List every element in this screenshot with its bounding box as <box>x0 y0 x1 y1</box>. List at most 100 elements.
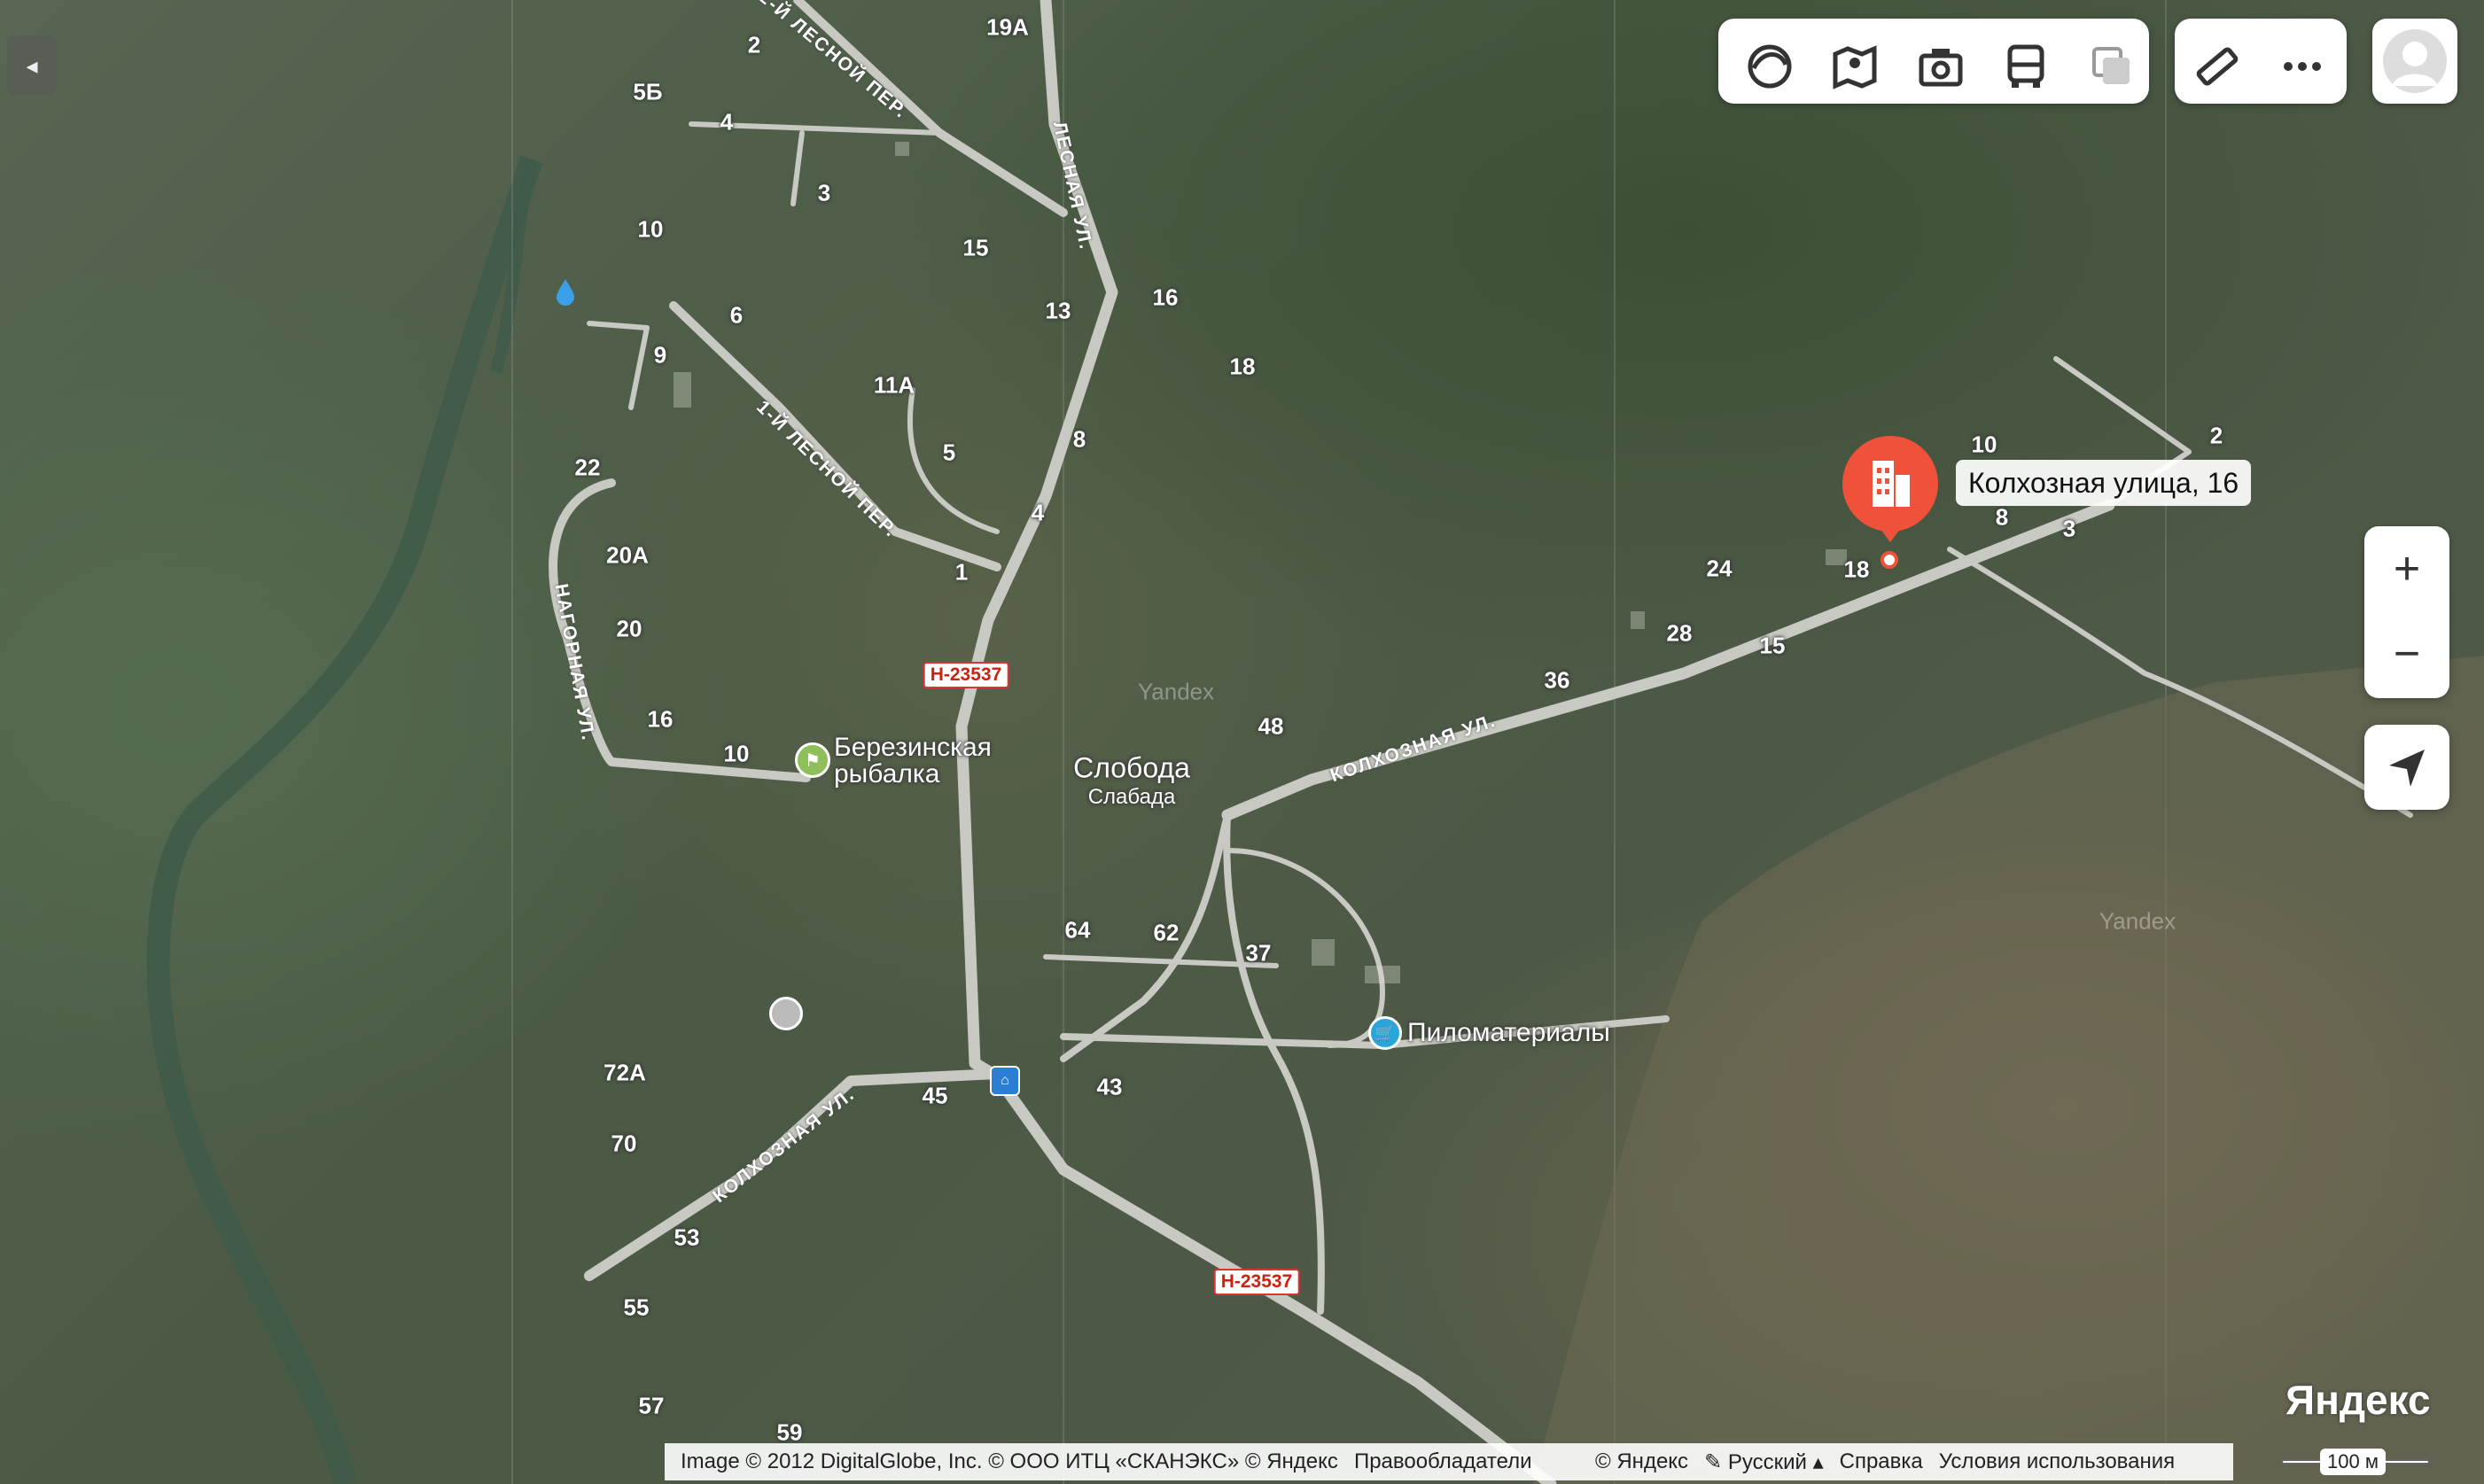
fishing-poi-label-line: Березинская <box>834 733 992 762</box>
house-number: 70 <box>611 1130 637 1157</box>
house-number: 43 <box>1096 1073 1123 1100</box>
house-number: 4 <box>720 108 734 136</box>
house-number: 20А <box>606 541 649 569</box>
panorama-button[interactable] <box>1819 31 1890 102</box>
house-number: 19А <box>986 13 1029 41</box>
selected-location-marker[interactable] <box>1839 432 1942 556</box>
shop-icon: 🛒 <box>1368 1016 1402 1050</box>
house-number: 48 <box>1258 712 1284 740</box>
house-number: 16 <box>1152 284 1179 311</box>
house-number: 18 <box>1843 556 1870 583</box>
road-1-lesnoy <box>669 301 1001 571</box>
house-number: 24 <box>1706 555 1733 582</box>
footer-links: © Яндекс ✎ Русский ▴ Справка Условия исп… <box>1579 1443 2233 1480</box>
map-overlay <box>146 0 2484 1484</box>
fishing-poi-icon: ⚑ <box>795 742 830 778</box>
minus-icon: − <box>2393 628 2421 680</box>
help-link[interactable]: Справка <box>1840 1449 1923 1474</box>
road-shield: Н-23537 <box>923 662 1009 688</box>
house-number: 6 <box>729 301 744 329</box>
house-number: 16 <box>647 705 674 733</box>
traffic-button[interactable] <box>2076 31 2147 102</box>
more-button[interactable] <box>2267 31 2338 102</box>
house-number: 18 <box>1229 353 1256 380</box>
place-name-alt: Слабада <box>1087 785 1176 809</box>
house-number: 72А <box>603 1059 646 1086</box>
house-number: 2 <box>747 31 761 58</box>
map-toolbar <box>1718 19 2149 104</box>
map-watermark: Yandex <box>1137 678 1215 705</box>
house-number: 55 <box>623 1294 650 1321</box>
ruler-button[interactable] <box>2182 31 2253 102</box>
layers-icon <box>1748 44 1792 89</box>
layers-button[interactable] <box>1734 31 1805 102</box>
house-number: 13 <box>1045 297 1071 324</box>
house-number: 37 <box>1245 939 1272 967</box>
collapse-arrow-icon: ◂ <box>26 51 38 79</box>
panorama-icon <box>1833 45 1877 89</box>
house-number: 22 <box>574 454 601 481</box>
house-number: 64 <box>1064 916 1091 944</box>
collapse-sidebar-button[interactable]: ◂ <box>7 35 57 96</box>
attribution-text: Image © 2012 DigitalGlobe, Inc. © ООО ИТ… <box>681 1449 1338 1473</box>
house-number: 15 <box>1759 632 1786 659</box>
house-number: 10 <box>1971 431 1997 458</box>
house-number: 45 <box>922 1082 948 1109</box>
house-number: 10 <box>637 215 664 243</box>
translate-icon: ✎ <box>1704 1449 1723 1474</box>
zoom-in-button[interactable]: + <box>2364 526 2449 611</box>
bus-stop-icon[interactable]: ⌂ <box>990 1066 1020 1096</box>
house-number: 57 <box>638 1392 665 1419</box>
road-shield: Н-23537 <box>1213 1269 1300 1295</box>
house-number: 9 <box>653 341 667 369</box>
house-number: 28 <box>1666 619 1693 647</box>
more-icon <box>2284 62 2321 71</box>
house-number: 4 <box>1031 499 1045 526</box>
scale-label: 100 м <box>2320 1449 2386 1475</box>
profile-button[interactable] <box>2372 19 2457 104</box>
house-number: 8 <box>1072 425 1086 453</box>
zoom-out-button[interactable]: − <box>2364 611 2449 696</box>
tools-toolbar <box>2175 19 2347 104</box>
location-point <box>1881 551 1898 569</box>
place-name: Слобода <box>1073 751 1190 784</box>
house-number: 10 <box>723 740 750 767</box>
rights-holders-link[interactable]: Правообладатели <box>1354 1449 1532 1474</box>
traffic-icon <box>2092 47 2130 84</box>
monument-icon[interactable] <box>769 997 803 1030</box>
avatar-icon <box>2383 29 2447 93</box>
house-number: 36 <box>1544 666 1570 694</box>
my-location-button[interactable] <box>2364 725 2449 810</box>
yandex-copyright: © Яндекс <box>1595 1449 1689 1473</box>
language-selector[interactable]: ✎ Русский ▴ <box>1704 1449 1824 1475</box>
transit-button[interactable] <box>1990 31 2061 102</box>
house-number: 8 <box>1995 503 2009 531</box>
lumber-poi-label: Пиломатериалы <box>1407 1018 1610 1047</box>
house-number: 2 <box>2209 422 2223 449</box>
house-number: 5Б <box>633 78 663 105</box>
house-number: 11А <box>873 371 915 399</box>
house-number: 53 <box>674 1224 700 1251</box>
caret-up-icon: ▴ <box>1812 1449 1824 1474</box>
house-number: 62 <box>1153 919 1180 946</box>
terms-link[interactable]: Условия использования <box>1939 1449 2175 1474</box>
map-watermark: Yandex <box>2099 907 2176 935</box>
river <box>146 155 543 1484</box>
selected-marker-label[interactable]: Колхозная улица, 16 <box>1956 460 2252 506</box>
scale-bar: 100 м <box>2281 1449 2430 1475</box>
photos-button[interactable] <box>1905 31 1976 102</box>
yandex-logo[interactable]: Яндекс <box>2285 1376 2431 1424</box>
fishing-poi-label-line: рыбалка <box>834 759 940 789</box>
building-pin-icon <box>1842 436 1938 542</box>
house-number: 1 <box>954 558 969 586</box>
ruler-icon <box>2196 47 2239 86</box>
language-label: Русский <box>1727 1449 1807 1474</box>
house-number: 15 <box>962 234 989 261</box>
camera-icon <box>1919 49 1963 87</box>
house-number: 3 <box>817 179 831 206</box>
bus-icon <box>2007 44 2044 88</box>
attribution-bar: Image © 2012 DigitalGlobe, Inc. © ООО ИТ… <box>665 1443 1579 1480</box>
house-number: 5 <box>942 439 956 466</box>
satellite-map[interactable]: 19А 2 5Б 4 3 10 15 16 13 6 18 9 11А 8 5 … <box>0 0 2484 1484</box>
water-drop-icon <box>555 277 576 306</box>
